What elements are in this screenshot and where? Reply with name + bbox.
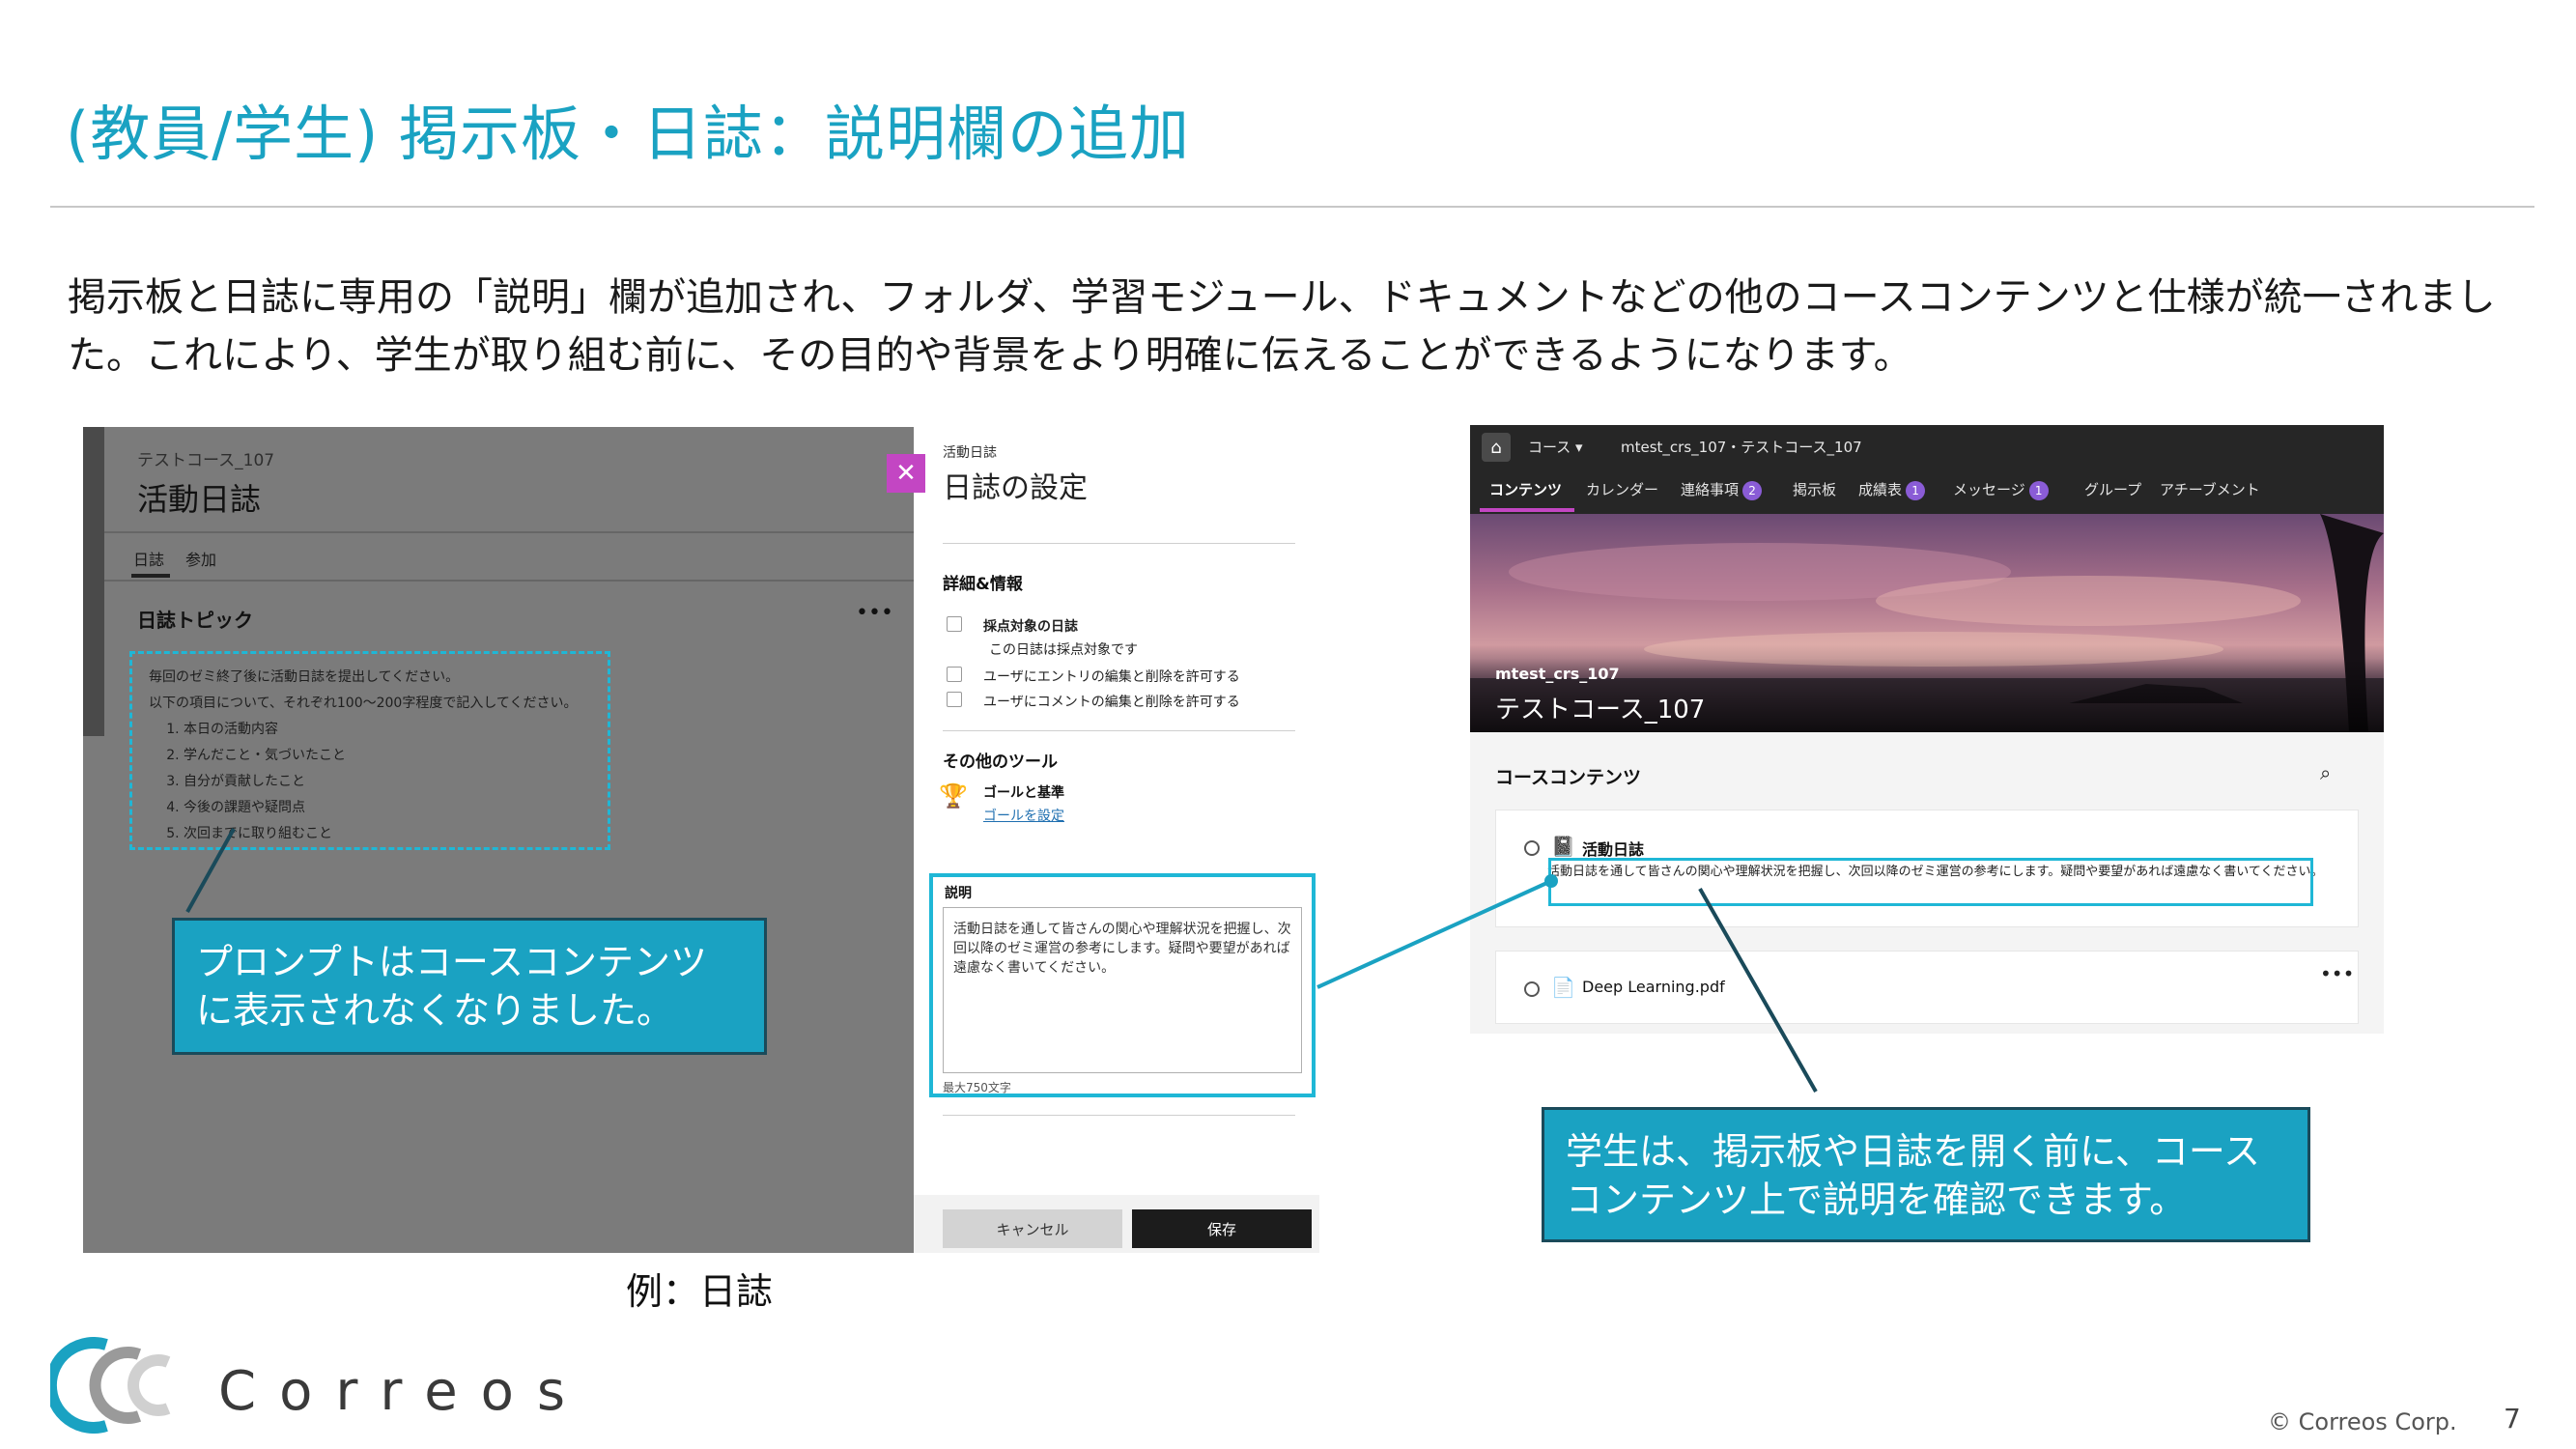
callout-prompt-hidden: プロンプトはコースコンテンツに表示されなくなりました。 [172, 918, 767, 1055]
nav-label: グループ [2084, 481, 2142, 498]
journal-topic-label: 日誌トピック [137, 609, 253, 632]
allow-edit-comments-label: ユーザにコメントの編集と削除を許可する [983, 695, 1240, 710]
item-radio[interactable] [1524, 981, 1540, 997]
close-icon[interactable]: ✕ [887, 454, 925, 493]
allow-edit-entries-checkbox[interactable] [947, 667, 962, 682]
document-icon: 📄 [1551, 976, 1575, 999]
search-icon[interactable]: ⌕ [2320, 761, 2331, 784]
divider [943, 730, 1295, 731]
item-title[interactable]: Deep Learning.pdf [1582, 978, 1725, 996]
allow-edit-entries-label: ユーザにエントリの編集と削除を許可する [983, 669, 1240, 685]
set-goals-link[interactable]: ゴールを設定 [983, 806, 1064, 825]
journal-course-name: テストコース_107 [137, 451, 275, 470]
panel-title: 日誌の設定 [943, 471, 1088, 505]
active-tab-indicator [131, 574, 170, 578]
gradebook-badge: 1 [1906, 480, 1926, 500]
tab-participation[interactable]: 参加 [185, 547, 216, 570]
divider [104, 531, 914, 533]
course-contents-title: コースコンテンツ [1495, 767, 1642, 788]
nav-calendar[interactable]: カレンダー [1586, 479, 1658, 499]
nav-label: アチーブメント [2160, 481, 2260, 498]
description-highlight-box [929, 873, 1316, 1097]
nav-label: 成績表 [1858, 481, 1903, 498]
course-screenshot: ⌂ コース ▾ mtest_crs_107・テストコース_107 コンテンツ カ… [1470, 425, 2384, 1034]
more-horizontal-icon[interactable]: ••• [856, 601, 893, 625]
nav-announcements[interactable]: 連絡事項 2 [1681, 479, 1763, 500]
callout-description-visible: 学生は、掲示板や日誌を開く前に、コースコンテンツ上で説明を確認できます。 [1542, 1107, 2310, 1242]
banner-course-code: mtest_crs_107 [1495, 665, 1620, 683]
journal-title: 活動日誌 [137, 481, 262, 518]
left-rail [83, 427, 104, 736]
graded-label: 採点対象の日誌 [983, 619, 1078, 635]
page-number: 7 [2504, 1403, 2521, 1435]
divider [943, 1115, 1295, 1116]
item-radio[interactable] [1524, 840, 1540, 856]
allow-edit-comments-checkbox[interactable] [947, 692, 962, 707]
cancel-button[interactable]: キャンセル [943, 1209, 1122, 1248]
active-nav-indicator [1480, 508, 1574, 512]
messages-badge: 1 [2028, 480, 2049, 500]
copyright: © Correos Corp. [2268, 1408, 2457, 1435]
nav-content[interactable]: コンテンツ [1489, 479, 1562, 499]
correos-logo-icon [50, 1337, 171, 1434]
course-breadcrumb: mtest_crs_107・テストコース_107 [1621, 439, 1862, 456]
home-icon[interactable]: ⌂ [1482, 433, 1511, 462]
nav-label: 掲示板 [1793, 481, 1837, 498]
nav-groups[interactable]: グループ [2084, 479, 2141, 499]
graded-checkbox[interactable] [947, 616, 962, 632]
announcements-badge: 2 [1742, 480, 1763, 500]
nav-label: 連絡事項 [1681, 481, 1740, 498]
course-menu[interactable]: コース ▾ [1528, 437, 1583, 457]
intro-text: 掲示板と日誌に専用の「説明」欄が追加され、フォルダ、学習モジュール、ドキュメント… [68, 275, 2496, 378]
divider [943, 543, 1295, 544]
logo-text: Correos [218, 1360, 589, 1423]
save-button[interactable]: 保存 [1132, 1209, 1312, 1248]
panel-small-label: 活動日誌 [943, 445, 997, 461]
more-horizontal-icon[interactable]: ••• [2320, 962, 2354, 985]
course-description-highlight-box [1548, 858, 2313, 906]
goals-label: ゴールと基準 [983, 785, 1064, 801]
nav-label: コンテンツ [1489, 481, 1563, 498]
item-title[interactable]: 活動日誌 [1582, 837, 1644, 860]
section-tools: その他のツール [943, 753, 1058, 772]
title-divider [50, 206, 2534, 208]
nav-label: カレンダー [1586, 481, 1659, 498]
banner-course-name: テストコース_107 [1495, 696, 1706, 724]
nav-label: メッセージ [1953, 481, 2025, 498]
nav-messages[interactable]: メッセージ 1 [1953, 479, 2049, 500]
nav-discussions[interactable]: 掲示板 [1793, 479, 1836, 499]
graded-note: この日誌は採点対象です [989, 642, 1138, 658]
example-caption: 例：日誌 [626, 1270, 774, 1313]
trophy-icon: 🏆 [939, 782, 968, 810]
prompt-highlight-box [129, 651, 610, 850]
nav-gradebook[interactable]: 成績表 1 [1858, 479, 1926, 500]
journal-settings-panel: 活動日誌 日誌の設定 詳細&情報 採点対象の日誌 この日誌は採点対象です ユーザ… [914, 427, 1319, 1253]
top-bar [1470, 425, 2384, 469]
nav-achievements[interactable]: アチーブメント [2160, 479, 2260, 499]
slide-title: (教員/学生) 掲示板・日誌：説明欄の追加 [66, 99, 1190, 169]
journal-icon: 📓 [1551, 835, 1575, 858]
divider [104, 580, 914, 582]
section-details: 詳細&情報 [943, 575, 1023, 594]
tab-journal[interactable]: 日誌 [133, 547, 164, 570]
